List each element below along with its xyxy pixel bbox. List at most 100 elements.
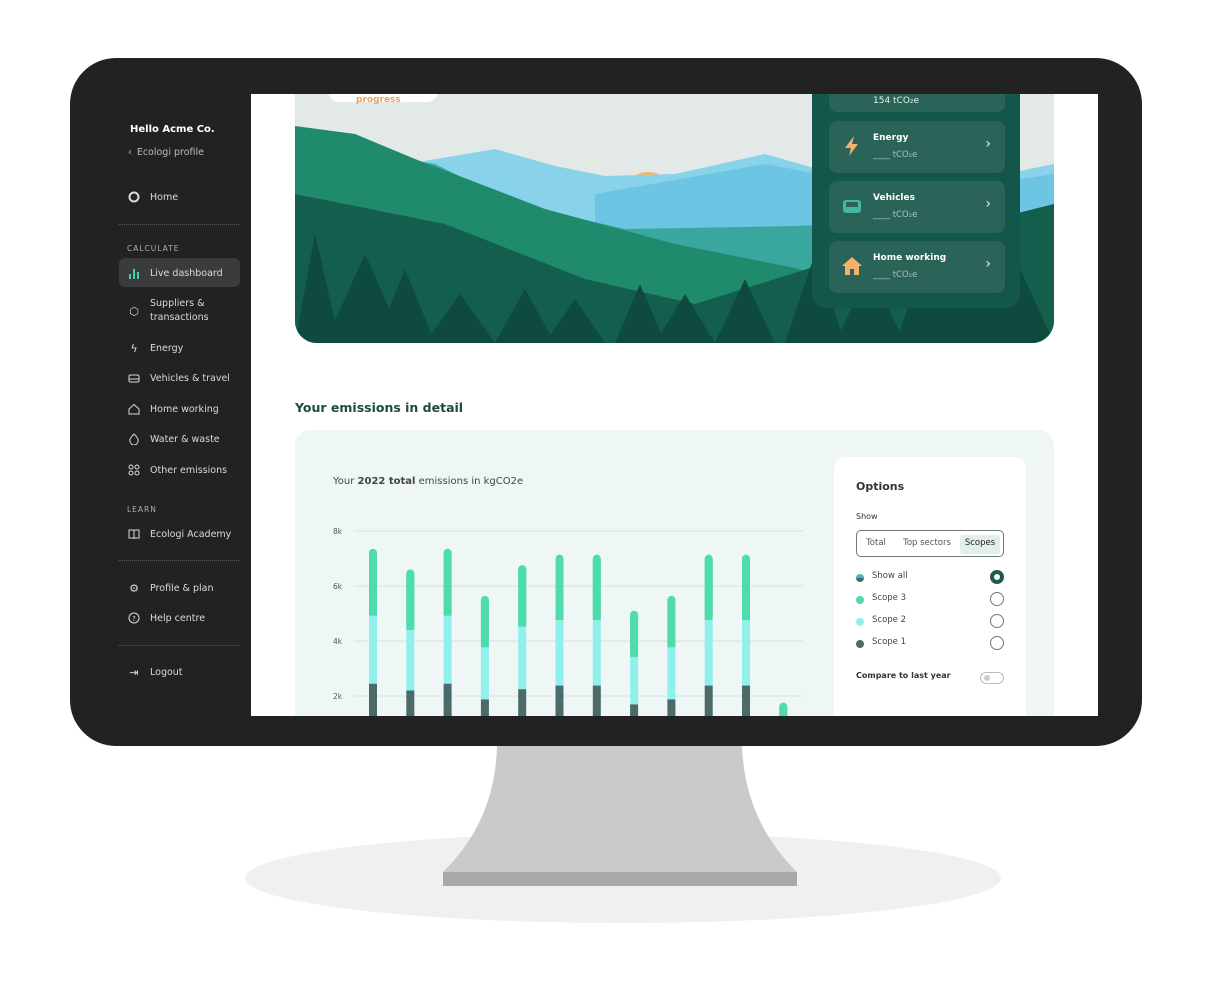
- segment-scopes[interactable]: Scopes: [960, 535, 1000, 554]
- bar-segment: [443, 552, 452, 616]
- bar-segment: [480, 699, 489, 716]
- sidebar-item-label: transactions: [150, 312, 209, 323]
- legend-dot: [856, 618, 864, 626]
- options-title: Options: [856, 480, 905, 493]
- bar-segment: [742, 685, 750, 716]
- sidebar-item-water[interactable]: Water & waste: [128, 433, 220, 445]
- sidebar-item-logout[interactable]: ⇥ Logout: [128, 665, 183, 679]
- bar-segment: [667, 647, 676, 700]
- bar-segment: [518, 626, 527, 690]
- bar-chart-icon: [128, 267, 140, 279]
- sidebar-item-label: Vehicles & travel: [150, 372, 230, 384]
- sidebar-item-label: Suppliers &: [150, 298, 205, 309]
- compare-toggle[interactable]: [980, 672, 1004, 684]
- droplet-icon: [128, 433, 140, 445]
- sidebar-item-label: Live dashboard: [150, 267, 223, 279]
- bar-segment: [630, 656, 639, 705]
- option-label: Show all: [872, 571, 908, 581]
- bar-segment: [480, 599, 489, 648]
- option-scope-2[interactable]: Scope 2: [856, 614, 1004, 629]
- bar-segment: [555, 685, 564, 716]
- option-scope-3[interactable]: Scope 3: [856, 592, 1004, 607]
- y-tick-label: 2k: [333, 692, 343, 701]
- bar-segment: [369, 683, 377, 716]
- view-segmented-control: Total Top sectors Scopes: [856, 530, 1004, 557]
- radio[interactable]: [990, 636, 1004, 650]
- box-icon: ⬡: [129, 304, 139, 318]
- sidebar-item-home[interactable]: Home: [128, 191, 178, 203]
- sidebar-item-profile[interactable]: ⚙ Profile & plan: [128, 581, 214, 595]
- bar-segment: [742, 558, 750, 621]
- segment-top-sectors[interactable]: Top sectors: [895, 535, 959, 554]
- sidebar-item-suppliers[interactable]: ⬡ Suppliers & transactions: [128, 297, 209, 325]
- bar-segment: [518, 689, 527, 716]
- bar-segment: [369, 552, 377, 616]
- sidebar-item-label: Logout: [150, 666, 183, 678]
- option-label: Scope 2: [872, 615, 907, 625]
- bar-segment: [779, 706, 788, 716]
- bar-segment: [704, 558, 713, 621]
- back-link-label: Ecologi profile: [136, 147, 204, 158]
- sidebar-item-label: Energy: [150, 342, 184, 354]
- bar-segment: [443, 615, 452, 684]
- sidebar-item-label: Home working: [150, 403, 219, 415]
- book-icon: [128, 528, 140, 540]
- sidebar-item-energy[interactable]: ϟ Energy: [128, 341, 184, 355]
- option-show-all[interactable]: Show all: [856, 570, 1004, 585]
- sidebar-item-label: Ecologi Academy: [150, 528, 232, 540]
- compare-label: Compare to last year: [856, 671, 951, 680]
- bar-segment: [667, 699, 676, 716]
- bar-segment: [555, 620, 564, 686]
- house-icon: [128, 403, 140, 415]
- bar-segment: [518, 569, 527, 627]
- divider: [119, 560, 239, 561]
- sidebar-item-label: Help centre: [150, 612, 206, 624]
- sidebar-item-home-working[interactable]: Home working: [128, 403, 219, 415]
- sidebar-item-other[interactable]: Other emissions: [128, 464, 227, 476]
- gear-icon: ⚙: [129, 581, 139, 595]
- bar-segment: [592, 558, 601, 621]
- legend-dot: [856, 640, 864, 648]
- bar-segment: [742, 620, 750, 686]
- sidebar-item-label: Water & waste: [150, 433, 220, 445]
- bar-segment: [406, 690, 415, 716]
- sidebar-item-academy[interactable]: Ecologi Academy: [128, 528, 231, 540]
- sidebar-item-label: Home: [150, 191, 179, 203]
- bar-segment: [555, 558, 564, 621]
- ecologi-logo-icon: [128, 191, 140, 203]
- help-icon: ?: [128, 612, 140, 624]
- chevron-left-icon: ‹: [128, 147, 132, 158]
- show-label: Show: [856, 512, 878, 521]
- sidebar-item-vehicles[interactable]: Vehicles & travel: [128, 372, 230, 384]
- divider: [119, 224, 239, 225]
- bar-segment: [369, 615, 377, 684]
- bar-segment: [630, 614, 639, 657]
- sidebar-item-live-dashboard[interactable]: Live dashboard: [128, 267, 223, 279]
- bar-segment: [630, 704, 639, 716]
- grid-icon: [128, 464, 140, 476]
- sidebar-item-label: Profile & plan: [150, 582, 214, 594]
- option-label: Scope 1: [872, 637, 907, 647]
- option-label: Scope 3: [872, 593, 907, 603]
- logout-icon: ⇥: [129, 665, 139, 679]
- y-tick-label: 6k: [333, 582, 343, 591]
- option-scope-1[interactable]: Scope 1: [856, 636, 1004, 651]
- sidebar-item-help[interactable]: ? Help centre: [128, 612, 205, 624]
- radio-selected[interactable]: [990, 570, 1004, 584]
- radio[interactable]: [990, 592, 1004, 606]
- back-link[interactable]: ‹ Ecologi profile: [128, 147, 204, 158]
- y-tick-label: 8k: [333, 527, 343, 536]
- sidebar-item-label: Other emissions: [150, 464, 228, 476]
- divider: [119, 645, 239, 646]
- bar-segment: [592, 620, 601, 686]
- segment-total[interactable]: Total: [860, 535, 892, 554]
- legend-dot: [856, 596, 864, 604]
- bar-segment: [406, 573, 415, 630]
- bar-segment: [480, 647, 489, 700]
- bar-segment: [443, 683, 452, 716]
- main-content: Year in progress 154 tCO₂e Energy ____ t…: [251, 94, 1098, 716]
- section-learn: LEARN: [127, 505, 157, 514]
- radio[interactable]: [990, 614, 1004, 628]
- lightning-icon: ϟ: [130, 341, 138, 355]
- bar-segment: [592, 685, 601, 716]
